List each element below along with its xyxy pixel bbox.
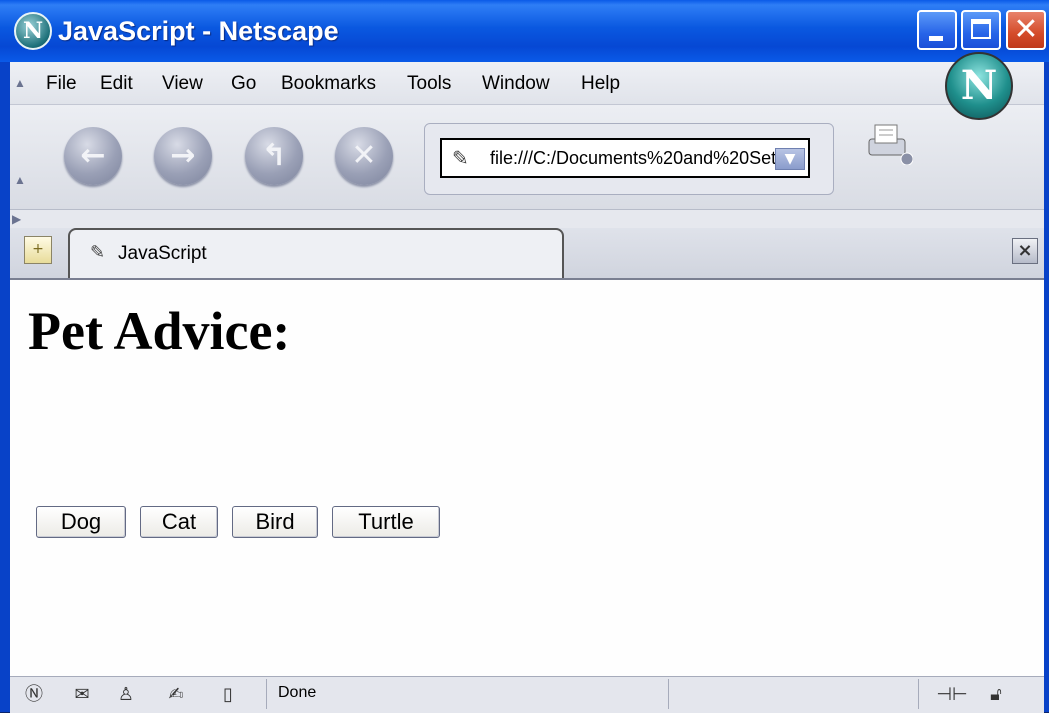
tab-label: JavaScript [118,243,207,264]
stop-icon: ✕ [351,138,377,173]
url-input[interactable]: ✎ file:///C:/Documents%20and%20Settings … [440,138,810,178]
reload-button[interactable]: ↰ [245,127,303,185]
status-divider [918,679,919,709]
url-text: file:///C:/Documents%20and%20Settings [490,148,780,168]
tab-javascript[interactable]: ✎ JavaScript [68,228,564,278]
maximize-button[interactable] [961,10,1001,50]
menu-window[interactable]: Window [482,73,550,95]
bird-button[interactable]: Bird [232,506,318,538]
netscape-status-icon[interactable]: Ⓝ [22,683,46,707]
instant-messenger-icon[interactable]: ♙ [114,683,138,707]
back-button[interactable]: ← [64,127,122,185]
minimize-button[interactable] [917,10,957,50]
toolbar-grip-icon[interactable]: ▲ [14,173,26,187]
page-heading: Pet Advice: [28,301,291,361]
menu-tools-label: Tools [407,73,452,94]
menu-file[interactable]: File [46,73,77,95]
url-dropdown-button[interactable]: ▼ [775,148,805,170]
page-content: Pet Advice: Dog Cat Bird Turtle [10,280,1044,676]
toolbar-grip-icon[interactable]: ▶ [12,212,22,226]
minimize-icon [929,36,943,41]
menu-view-label: View [162,73,203,94]
netscape-app-icon[interactable]: N [14,12,52,50]
forward-arrow-icon: → [170,138,196,173]
menu-help[interactable]: Help [581,73,620,95]
online-status-icon[interactable]: ⊣⊢ [932,683,972,707]
close-tab-button[interactable]: × [1012,238,1038,264]
new-tab-icon[interactable]: + [24,236,52,264]
dog-button[interactable]: Dog [36,506,126,538]
page-proxy-icon[interactable]: ✎ [452,146,469,170]
cat-button[interactable]: Cat [140,506,218,538]
reload-icon: ↰ [261,138,287,173]
title-bar[interactable]: N JavaScript - Netscape ✕ [0,0,1049,62]
menu-tools[interactable]: Tools [407,73,451,95]
navigation-toolbar: ▲ ← → ↰ ✕ ✎ file:///C:/Documents%20and%2… [10,105,1044,210]
browser-window: N JavaScript - Netscape ✕ ▲ File Edit Vi… [0,0,1049,713]
tab-bar: + ✎ JavaScript × [10,228,1044,280]
browser-chrome: ▲ File Edit View Go Bookmarks Tools Wind… [10,62,1044,280]
menu-bar: ▲ File Edit View Go Bookmarks Tools Wind… [10,62,1044,105]
forward-button[interactable]: → [154,127,212,185]
toolbar-grip-icon[interactable]: ▲ [14,76,26,90]
menu-edit[interactable]: Edit [100,73,133,95]
close-icon: ✕ [1013,12,1039,47]
close-icon: × [1017,240,1033,261]
menu-edit-label: Edit [100,73,133,94]
print-icon[interactable] [863,121,914,166]
back-arrow-icon: ← [80,138,106,173]
menu-go-label: Go [231,73,257,94]
netscape-logo[interactable]: N [945,52,1013,120]
page-icon: ✎ [90,242,106,263]
url-bar-frame: ✎ file:///C:/Documents%20and%20Settings … [424,123,834,195]
address-book-icon[interactable]: ▯ [216,683,240,707]
menu-file-label: File [46,73,77,94]
turtle-button[interactable]: Turtle [332,506,440,538]
status-text: Done [278,684,317,701]
menu-window-label: Window [482,73,550,94]
menu-go[interactable]: Go [231,73,256,95]
menu-bookmarks-label: Bookmarks [281,73,377,94]
status-divider [266,679,267,709]
menu-bookmarks[interactable]: Bookmarks [281,73,376,95]
maximize-icon [971,19,991,39]
mail-icon[interactable]: ✉ [70,683,94,707]
status-divider [668,679,669,709]
stop-button[interactable]: ✕ [335,127,393,185]
menu-view[interactable]: View [162,73,203,95]
security-lock-icon[interactable]: 🔓︎ [984,683,1008,707]
status-bar: Ⓝ ✉ ♙ ✍ ▯ Done ⊣⊢ 🔓︎ [10,676,1044,713]
close-button[interactable]: ✕ [1006,10,1046,50]
window-title: JavaScript - Netscape [58,16,339,46]
menu-help-label: Help [581,73,621,94]
composer-icon[interactable]: ✍ [164,683,188,707]
